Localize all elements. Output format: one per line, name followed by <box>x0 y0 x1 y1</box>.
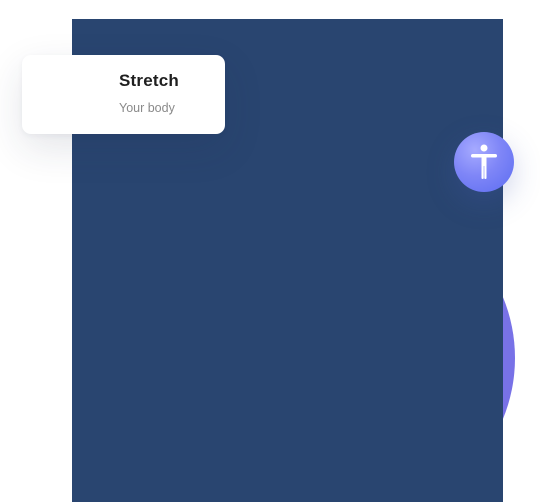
accessibility-person-icon <box>471 144 497 179</box>
card-subtitle: Your body <box>119 101 175 115</box>
page-canvas: Stretch Your body <box>0 0 540 502</box>
accessibility-button[interactable] <box>454 132 514 192</box>
card-title: Stretch <box>119 71 179 90</box>
feature-card: Stretch Your body <box>22 55 225 134</box>
